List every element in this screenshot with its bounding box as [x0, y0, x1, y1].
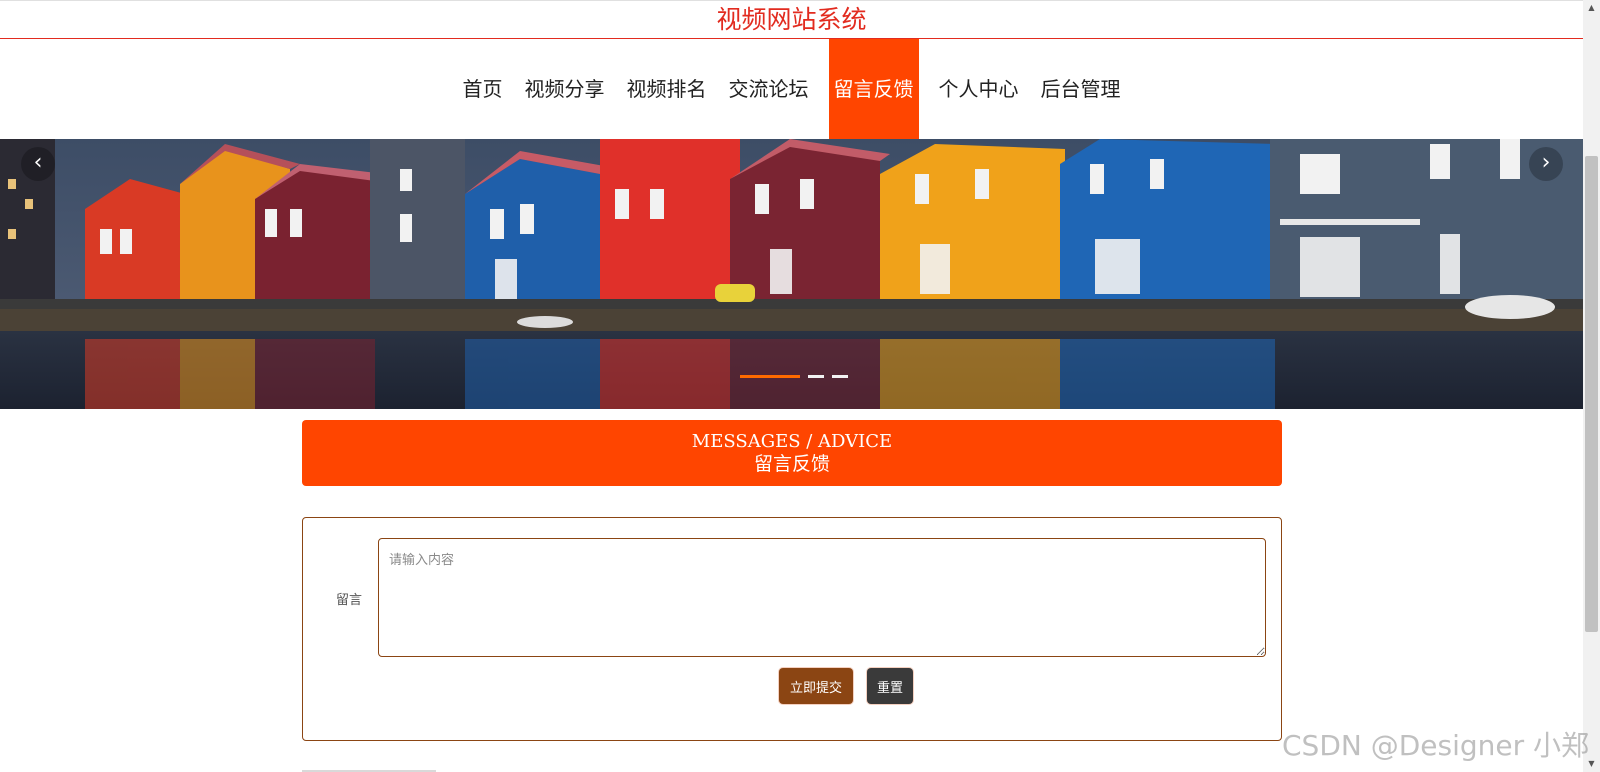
main-nav: 首页 视频分享 视频排名 交流论坛 留言反馈 个人中心 后台管理 — [0, 39, 1583, 139]
nav-item-forum[interactable]: 交流论坛 — [718, 39, 820, 139]
nav-item-video-share[interactable]: 视频分享 — [514, 39, 616, 139]
page-scrollbar[interactable]: ▲ ▼ — [1583, 0, 1600, 772]
banner-image — [0, 139, 1583, 409]
scroll-down-icon[interactable]: ▼ — [1583, 756, 1600, 772]
message-textarea[interactable] — [378, 538, 1266, 657]
watermark: CSDN @Designer 小郑 — [1282, 729, 1590, 762]
banner-indicators — [740, 375, 848, 378]
scroll-up-icon[interactable]: ▲ — [1583, 0, 1600, 16]
scrollbar-thumb[interactable] — [1585, 156, 1598, 632]
banner-indicator-2[interactable] — [808, 375, 824, 378]
nav-item-personal-center[interactable]: 个人中心 — [928, 39, 1030, 139]
banner-carousel[interactable]: ‹ › — [0, 139, 1583, 409]
nav-item-video-ranking[interactable]: 视频排名 — [616, 39, 718, 139]
banner-next-button[interactable]: › — [1529, 147, 1563, 181]
site-title: 视频网站系统 — [0, 0, 1583, 39]
chevron-right-icon: › — [1541, 150, 1551, 175]
submit-button[interactable]: 立即提交 — [779, 668, 853, 704]
chevron-left-icon: ‹ — [33, 150, 43, 175]
section-header: MESSAGES / ADVICE 留言反馈 — [302, 420, 1282, 486]
banner-prev-button[interactable]: ‹ — [21, 147, 55, 181]
section-title-zh: 留言反馈 — [753, 453, 830, 475]
banner-indicator-1[interactable] — [740, 375, 800, 378]
nav-item-admin[interactable]: 后台管理 — [1030, 39, 1132, 139]
message-form: 留言 立即提交 重置 — [302, 517, 1282, 741]
nav-item-messages[interactable]: 留言反馈 — [828, 39, 919, 139]
nav-item-home[interactable]: 首页 — [452, 39, 514, 139]
reset-button[interactable]: 重置 — [867, 668, 913, 704]
banner-indicator-3[interactable] — [832, 375, 848, 378]
message-label: 留言 — [336, 593, 363, 608]
section-title-en: MESSAGES / ADVICE — [691, 431, 893, 452]
